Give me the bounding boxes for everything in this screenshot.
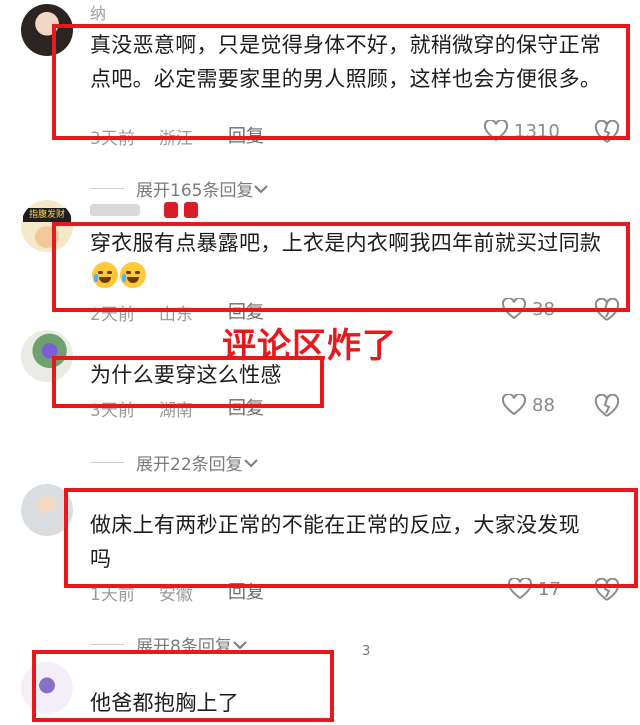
comment-location: 安徽 bbox=[158, 585, 193, 605]
like-button[interactable]: 88 bbox=[502, 394, 555, 416]
expand-replies-button[interactable]: 展开22条回复 bbox=[90, 450, 259, 475]
avatar-badge: 指腹发财 bbox=[23, 208, 71, 222]
chevron-down-icon bbox=[254, 184, 269, 193]
chevron-down-icon bbox=[243, 458, 258, 467]
divider bbox=[90, 644, 124, 645]
highlight-box bbox=[52, 222, 630, 312]
chevron-down-icon bbox=[233, 640, 247, 649]
heart-icon bbox=[502, 394, 526, 416]
expand-label: 展开22条回复 bbox=[136, 455, 243, 475]
comment-username[interactable]: 纳 bbox=[90, 0, 106, 24]
expand-label: 展开165条回复 bbox=[136, 181, 254, 201]
highlight-box bbox=[64, 488, 638, 588]
dislike-icon[interactable] bbox=[594, 394, 620, 418]
stray-number: 3 bbox=[362, 644, 371, 659]
highlight-box bbox=[52, 356, 324, 408]
divider bbox=[90, 462, 124, 463]
expand-replies-button[interactable]: 展开165条回复 bbox=[90, 176, 269, 201]
like-count: 88 bbox=[532, 394, 555, 416]
username-decorations bbox=[90, 200, 210, 220]
divider bbox=[90, 188, 124, 189]
comment-time: 1天前 bbox=[90, 585, 135, 605]
highlight-box bbox=[32, 650, 334, 722]
highlight-box bbox=[52, 24, 630, 140]
